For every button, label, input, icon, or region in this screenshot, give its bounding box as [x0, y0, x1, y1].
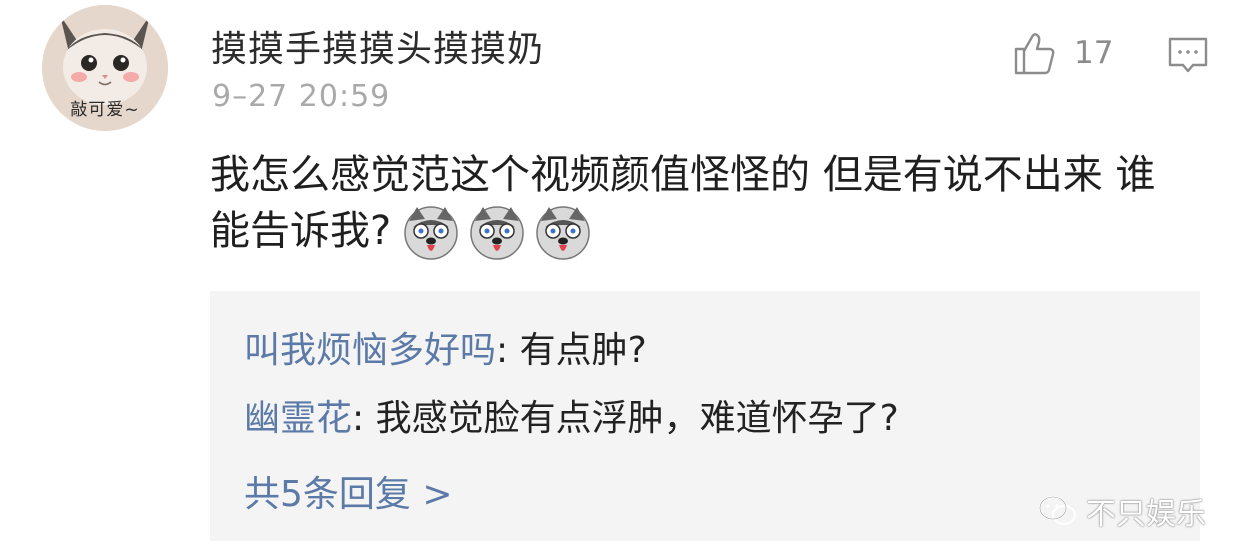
view-all-replies-link[interactable]: 共5条回复 >	[244, 465, 453, 517]
reply-text: 有点肿?	[519, 330, 647, 371]
reply-button[interactable]	[1166, 33, 1210, 77]
reply-author[interactable]: 幽霊花	[244, 398, 352, 439]
like-count: 17	[1074, 35, 1114, 71]
emoji-group	[403, 205, 591, 261]
avatar-caption: 敲可爱~	[70, 100, 140, 120]
comment-username[interactable]: 摸摸手摸摸头摸摸奶	[211, 20, 544, 72]
husky-emoji-icon	[469, 205, 525, 261]
comment-text: 我怎么感觉范这个视频颜值怪怪的 但是有说不出来 谁能告诉我?	[210, 152, 1156, 254]
like-button[interactable]: 17	[1010, 28, 1113, 78]
husky-emoji-icon	[403, 205, 459, 261]
reply-text: 我感觉脸有点浮肿，难道怀孕了?	[375, 398, 899, 439]
reply-item[interactable]: 幽霊花: 我感觉脸有点浮肿，难道怀孕了?	[244, 389, 899, 441]
comment-bubble-icon	[1168, 37, 1208, 73]
husky-emoji-icon	[535, 205, 591, 261]
user-avatar[interactable]: 敲可爱~	[42, 5, 168, 131]
thumbs-up-icon	[1014, 33, 1055, 75]
reply-author[interactable]: 叫我烦恼多好吗	[244, 330, 496, 371]
watermark-text: 不只娱乐	[1086, 497, 1206, 532]
comment-body: 我怎么感觉范这个视频颜值怪怪的 但是有说不出来 谁能告诉我?	[210, 147, 1190, 261]
comment-timestamp: 9–27 20:59	[212, 79, 391, 114]
reply-separator: :	[496, 330, 520, 371]
reply-item[interactable]: 叫我烦恼多好吗: 有点肿?	[244, 321, 647, 373]
wechat-logo-icon	[1039, 496, 1076, 525]
reply-separator: :	[352, 398, 376, 439]
wechat-watermark: 不只娱乐	[1038, 489, 1206, 533]
